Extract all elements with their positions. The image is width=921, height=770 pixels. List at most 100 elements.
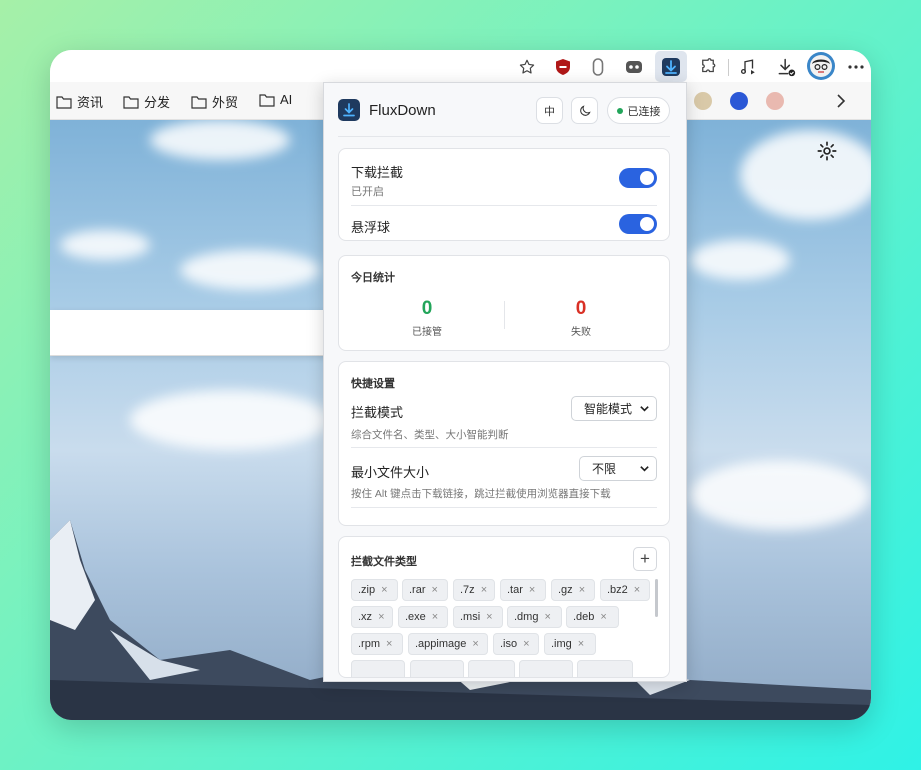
avatar-icon[interactable] [807, 52, 835, 80]
file-type-tag[interactable]: .rpm × [351, 633, 403, 655]
file-type-tag[interactable]: .gz × [551, 579, 595, 601]
remove-tag-icon[interactable]: × [529, 584, 535, 596]
file-type-tag[interactable]: .xz × [351, 606, 393, 628]
file-type-tag[interactable]: .exe × [398, 606, 448, 628]
intercept-toggle[interactable] [619, 168, 657, 188]
bookmark-favicon-icon[interactable] [766, 92, 784, 110]
file-type-tag[interactable]: .iso × [493, 633, 539, 655]
file-type-tag-label: .appimage [415, 638, 467, 650]
folder-icon [191, 95, 207, 109]
file-type-tag-label: .bz2 [607, 584, 628, 596]
min-size-select[interactable]: 不限 [579, 456, 657, 481]
connection-status-text: 已连接 [627, 105, 661, 118]
intercept-mode-label: 拦截模式 [351, 405, 404, 420]
remove-tag-icon[interactable]: × [578, 638, 584, 650]
file-type-tag[interactable]: .tar × [500, 579, 546, 601]
chevron-right-icon[interactable] [836, 94, 846, 113]
file-type-tag[interactable] [468, 660, 515, 677]
file-type-tag[interactable]: .dmg × [507, 606, 562, 628]
gear-icon[interactable] [816, 140, 838, 167]
bookmark-folder[interactable]: 外贸 [191, 92, 238, 111]
folder-icon [56, 95, 72, 109]
file-type-tag[interactable] [351, 660, 405, 677]
file-type-tag[interactable]: .deb × [566, 606, 619, 628]
file-type-tag[interactable] [577, 660, 633, 677]
divider [351, 447, 657, 448]
shield-extension-icon[interactable] [550, 54, 576, 80]
intercept-mode-select[interactable]: 智能模式 [571, 396, 657, 421]
remove-tag-icon[interactable]: × [486, 611, 492, 623]
float-ball-toggle[interactable] [619, 214, 657, 234]
fluxdown-extension-icon[interactable] [655, 51, 687, 82]
stats-title: 今日统计 [351, 272, 395, 284]
file-type-tag[interactable] [519, 660, 573, 677]
language-button[interactable]: 中 [536, 97, 563, 124]
min-size-label: 最小文件大小 [351, 465, 430, 480]
moon-icon [579, 104, 591, 116]
downloads-icon[interactable] [773, 54, 799, 80]
fluxdown-logo-icon [338, 99, 360, 121]
alt-key-hint: 按住 Alt 键点击下载链接，跳过拦截使用浏览器直接下载 [351, 488, 611, 500]
page-search-box[interactable] [50, 310, 340, 356]
file-type-tag[interactable]: .bz2 × [600, 579, 650, 601]
file-types-title: 拦截文件类型 [351, 556, 417, 568]
game-extension-icon[interactable] [621, 54, 647, 80]
remove-tag-icon[interactable]: × [472, 638, 478, 650]
stat-failed: 0 失败 [511, 298, 651, 338]
bookmark-folder[interactable]: AI [259, 92, 292, 107]
bookmark-folder[interactable]: 资讯 [56, 92, 103, 111]
bookmark-favicon-icon[interactable] [694, 92, 712, 110]
mic-extension-icon[interactable] [585, 54, 611, 80]
remove-tag-icon[interactable]: × [432, 584, 438, 596]
file-type-tag-label: .msi [460, 611, 481, 623]
file-type-tag-label: .rpm [358, 638, 380, 650]
chevron-down-icon [640, 466, 649, 472]
more-icon[interactable] [843, 54, 869, 80]
file-type-tag-label: .gz [558, 584, 573, 596]
bookmark-folder[interactable]: 分发 [123, 92, 170, 111]
file-type-tag[interactable]: .rar × [402, 579, 448, 601]
intercept-card: 下载拦截 已开启 悬浮球 [338, 148, 670, 241]
star-icon[interactable] [514, 54, 540, 80]
file-type-tag[interactable]: .img × [544, 633, 596, 655]
intercept-status: 已开启 [351, 186, 384, 198]
connection-status-badge: 已连接 [607, 97, 670, 124]
intercept-mode-value: 智能模式 [584, 402, 633, 416]
file-type-tag-label: .iso [500, 638, 518, 650]
divider [351, 205, 657, 206]
remove-tag-icon[interactable]: × [523, 638, 529, 650]
remove-tag-icon[interactable]: × [386, 638, 392, 650]
status-dot [616, 107, 623, 114]
add-file-type-button[interactable]: + [633, 547, 657, 571]
file-type-tag[interactable]: .zip × [351, 579, 398, 601]
stat-divider [504, 301, 505, 329]
dark-mode-button[interactable] [571, 97, 598, 124]
min-size-value: 不限 [592, 462, 617, 476]
file-type-tag[interactable]: .7z × [453, 579, 495, 601]
tags-scrollbar[interactable] [655, 579, 658, 617]
puzzle-icon[interactable] [695, 54, 721, 80]
stat-failed-value: 0 [575, 298, 587, 319]
bookmark-label: 外贸 [212, 95, 239, 110]
file-types-card: 拦截文件类型 + .zip × .rar × .7z × .tar × .gz × .bz… [338, 536, 670, 678]
chevron-down-icon [640, 406, 649, 412]
bookmark-favicon-icon[interactable] [730, 92, 748, 110]
remove-tag-icon[interactable]: × [481, 584, 487, 596]
today-stats-card: 今日统计 0 已接管 0 失败 [338, 255, 670, 351]
browser-toolbar [50, 50, 871, 82]
remove-tag-icon[interactable]: × [381, 584, 387, 596]
file-type-tag-label: .dmg [514, 611, 539, 623]
remove-tag-icon[interactable]: × [544, 611, 550, 623]
remove-tag-icon[interactable]: × [432, 611, 438, 623]
remove-tag-icon[interactable]: × [378, 611, 384, 623]
quick-settings-card: 快捷设置 拦截模式 智能模式 综合文件名、类型、大小智能判断 最小文件大小 不限… [338, 361, 670, 526]
folder-icon [123, 95, 139, 109]
stat-taken-value: 0 [421, 298, 433, 319]
file-type-tag[interactable]: .appimage × [408, 633, 488, 655]
file-type-tag[interactable]: .msi × [453, 606, 503, 628]
remove-tag-icon[interactable]: × [579, 584, 585, 596]
music-icon[interactable] [735, 54, 761, 80]
file-type-tag[interactable] [410, 660, 464, 677]
remove-tag-icon[interactable]: × [600, 611, 606, 623]
remove-tag-icon[interactable]: × [634, 584, 640, 596]
